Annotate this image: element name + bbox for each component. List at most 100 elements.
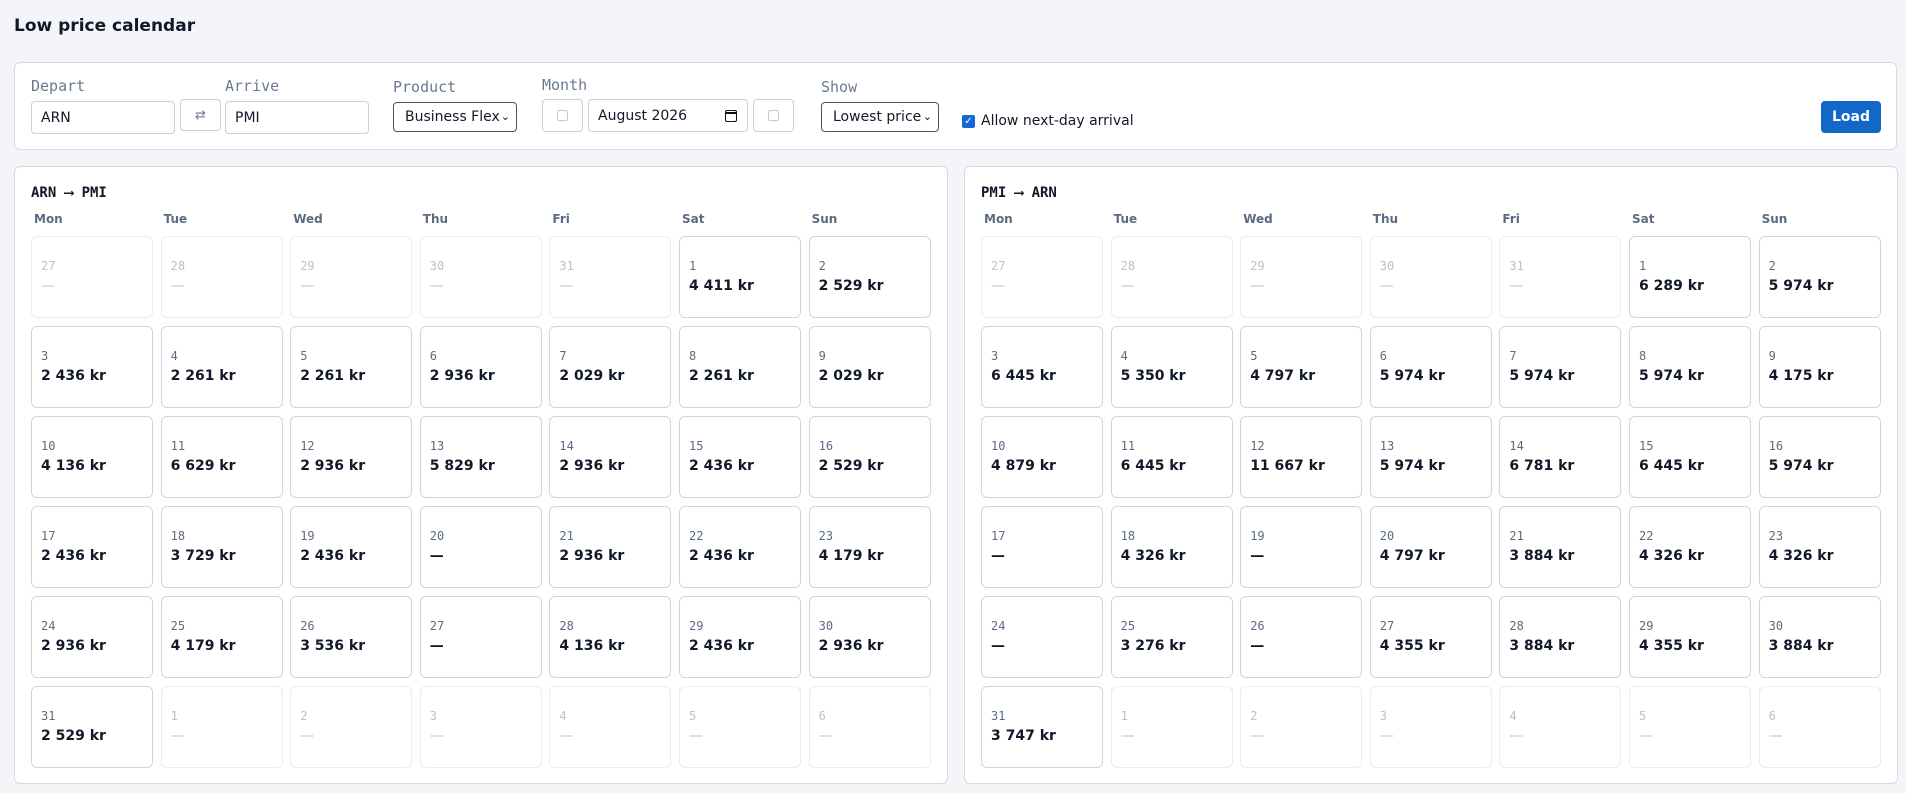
day-price: 6 445 kr [1639, 458, 1704, 474]
calendar-day-cell[interactable]: 14 2 936 kr [549, 416, 672, 498]
calendar-day-cell[interactable]: 15 2 436 kr [679, 416, 801, 498]
prev-month-button[interactable] [542, 99, 583, 132]
calendar-day-cell[interactable]: 26 — [1240, 596, 1363, 678]
calendar-day-cell[interactable]: 25 4 179 kr [160, 596, 283, 678]
calendar-day-cell[interactable]: 5 2 261 kr [290, 326, 413, 408]
calendar-day-cell[interactable]: 19 — [1240, 506, 1363, 588]
weekday-header: Wed [1243, 212, 1273, 226]
calendar-day-cell[interactable]: 4 2 261 kr [160, 326, 283, 408]
day-number: 31 [1509, 259, 1524, 273]
calendar-day-cell[interactable]: 20 — [419, 506, 542, 588]
calendar-day-cell[interactable]: 23 4 326 kr [1758, 506, 1881, 588]
load-button[interactable]: Load [1821, 101, 1881, 133]
calendar-day-cell[interactable]: 25 3 276 kr [1110, 596, 1233, 678]
calendar-day-cell[interactable]: 18 4 326 kr [1110, 506, 1233, 588]
day-price: 2 936 kr [559, 458, 625, 474]
calendar-day-cell[interactable]: 30 3 884 kr [1758, 596, 1881, 678]
day-price: — [1379, 278, 1394, 294]
calendar-day-cell[interactable]: 13 5 974 kr [1369, 416, 1492, 498]
arrive-input[interactable]: PMI [225, 101, 369, 134]
calendar-day-cell[interactable]: 2 5 974 kr [1758, 236, 1881, 318]
calendar-day-cell[interactable]: 8 5 974 kr [1629, 326, 1751, 408]
calendar-day-cell[interactable]: 31 2 529 kr [31, 686, 153, 768]
day-price: — [1120, 728, 1135, 744]
calendar-day-cell[interactable]: 5 4 797 kr [1240, 326, 1363, 408]
month-input[interactable]: August 2026 [588, 99, 748, 132]
day-number: 17 [991, 529, 1006, 543]
calendar-day-cell[interactable]: 12 11 667 kr [1240, 416, 1363, 498]
day-price: — [1250, 638, 1265, 654]
calendar-day-cell[interactable]: 3 6 445 kr [981, 326, 1103, 408]
calendar-day-cell[interactable]: 21 2 936 kr [549, 506, 672, 588]
show-select[interactable]: Lowest price ⌄ [821, 102, 939, 132]
calendar-day-outside-month: 28 — [1110, 236, 1233, 318]
day-number: 1 [689, 259, 697, 273]
calendar-day-cell[interactable]: 20 4 797 kr [1369, 506, 1492, 588]
calendar-day-cell[interactable]: 26 3 536 kr [290, 596, 413, 678]
calendar-day-cell[interactable]: 3 2 436 kr [31, 326, 153, 408]
product-select[interactable]: Business Flex ⌄ [393, 102, 517, 132]
day-number: 18 [170, 529, 186, 543]
day-price: 4 355 kr [1639, 638, 1704, 654]
calendar-day-cell[interactable]: 19 2 436 kr [290, 506, 413, 588]
calendar-day-cell[interactable]: 9 2 029 kr [808, 326, 931, 408]
calendar-day-cell[interactable]: 6 5 974 kr [1369, 326, 1492, 408]
calendar-day-cell[interactable]: 24 — [981, 596, 1103, 678]
next-day-arrival-option[interactable]: ✓ Allow next-day arrival [962, 113, 1134, 129]
calendar-day-cell[interactable]: 27 4 355 kr [1369, 596, 1492, 678]
calendar-day-cell[interactable]: 8 2 261 kr [679, 326, 801, 408]
calendar-day-cell[interactable]: 15 6 445 kr [1629, 416, 1751, 498]
calendar-day-cell[interactable]: 4 5 350 kr [1110, 326, 1233, 408]
day-price: 4 326 kr [1768, 548, 1834, 564]
calendar-day-cell[interactable]: 22 2 436 kr [679, 506, 801, 588]
calendar-day-cell[interactable]: 13 5 829 kr [419, 416, 542, 498]
calendar-day-cell[interactable]: 6 2 936 kr [419, 326, 542, 408]
calendar-day-cell[interactable]: 18 3 729 kr [160, 506, 283, 588]
calendar-day-cell[interactable]: 16 5 974 kr [1758, 416, 1881, 498]
calendar-day-outside-month: 2— [1240, 686, 1363, 768]
day-price: — [170, 278, 185, 294]
calendar-day-cell[interactable]: 7 5 974 kr [1499, 326, 1622, 408]
swap-button[interactable]: ⇄ [180, 99, 221, 131]
day-number: 15 [1639, 439, 1654, 453]
calendar-day-cell[interactable]: 29 2 436 kr [679, 596, 801, 678]
calendar-day-cell[interactable]: 17 — [981, 506, 1103, 588]
day-number: 3 [1379, 709, 1388, 723]
calendar-day-cell[interactable]: 31 3 747 kr [981, 686, 1103, 768]
day-number: 29 [300, 259, 315, 273]
calendar-day-cell[interactable]: 1 6 289 kr [1629, 236, 1751, 318]
calendar-day-cell[interactable]: 2 2 529 kr [808, 236, 931, 318]
calendar-day-cell[interactable]: 23 4 179 kr [808, 506, 931, 588]
calendar-day-cell[interactable]: 28 3 884 kr [1499, 596, 1622, 678]
calendar-icon[interactable] [725, 110, 737, 122]
day-number: 22 [1639, 529, 1654, 543]
calendar-day-cell[interactable]: 11 6 629 kr [160, 416, 283, 498]
day-price: 2 936 kr [429, 368, 495, 384]
calendar-day-cell[interactable]: 24 2 936 kr [31, 596, 153, 678]
calendar-day-cell[interactable]: 12 2 936 kr [290, 416, 413, 498]
next-month-button[interactable] [753, 99, 794, 132]
day-price: 5 974 kr [1639, 368, 1704, 384]
day-price: 4 797 kr [1379, 548, 1445, 564]
calendar-day-cell[interactable]: 10 4 136 kr [31, 416, 153, 498]
calendar-day-cell[interactable]: 11 6 445 kr [1110, 416, 1233, 498]
depart-input[interactable]: ARN [31, 101, 175, 134]
calendar-day-cell[interactable]: 10 4 879 kr [981, 416, 1103, 498]
day-number: 30 [1768, 619, 1784, 633]
day-price: — [689, 728, 703, 744]
calendar-day-cell[interactable]: 17 2 436 kr [31, 506, 153, 588]
day-price: 3 747 kr [991, 728, 1056, 744]
calendar-day-cell[interactable]: 14 6 781 kr [1499, 416, 1622, 498]
calendar-day-cell[interactable]: 22 4 326 kr [1629, 506, 1751, 588]
calendar-day-cell[interactable]: 16 2 529 kr [808, 416, 931, 498]
calendar-day-cell[interactable]: 30 2 936 kr [808, 596, 931, 678]
calendar-day-cell[interactable]: 7 2 029 kr [549, 326, 672, 408]
calendar-day-cell[interactable]: 9 4 175 kr [1758, 326, 1881, 408]
calendar-day-outside-month: 5— [1629, 686, 1751, 768]
calendar-day-cell[interactable]: 28 4 136 kr [549, 596, 672, 678]
calendar-day-cell[interactable]: 29 4 355 kr [1629, 596, 1751, 678]
calendar-day-cell[interactable]: 21 3 884 kr [1499, 506, 1622, 588]
calendar-day-cell[interactable]: 27 — [419, 596, 542, 678]
calendar-day-cell[interactable]: 1 4 411 kr [679, 236, 801, 318]
next-day-arrival-checkbox[interactable]: ✓ [962, 114, 975, 128]
